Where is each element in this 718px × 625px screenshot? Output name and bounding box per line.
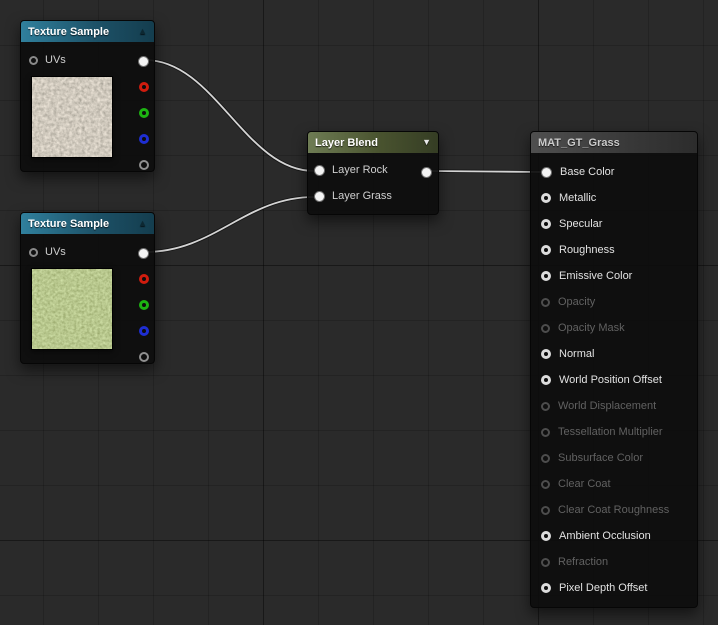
pin-label: Subsurface Color (558, 452, 643, 464)
pin-row-ambient-occlusion: Ambient Occlusion (531, 523, 697, 549)
pin-label: Opacity Mask (558, 322, 625, 334)
rgb-output-pin[interactable] (138, 247, 149, 259)
g-output-pin[interactable] (138, 108, 149, 118)
material-result-node[interactable]: MAT_GT_Grass Base Color Metallic Specula… (530, 131, 698, 608)
pin-row-emissive-color: Emissive Color (531, 263, 697, 289)
normal-input-pin[interactable] (541, 349, 551, 359)
blend-output-pin-wrap (421, 159, 432, 185)
node-title: Layer Blend (315, 136, 378, 149)
pin-label: World Position Offset (559, 374, 662, 386)
layer-rock-input-pin[interactable] (314, 164, 325, 176)
pin-row-metallic: Metallic (531, 185, 697, 211)
ambient-occlusion-input-pin[interactable] (541, 531, 551, 541)
base-color-input-pin[interactable] (541, 166, 552, 178)
node-title: Texture Sample (28, 25, 110, 38)
clear-coat-input-pin (541, 479, 550, 489)
uvs-input-pin[interactable] (29, 247, 38, 257)
pin-label: Metallic (559, 192, 597, 204)
pin-row-refraction: Refraction (531, 549, 697, 575)
pin-row-world-position-offset: World Position Offset (531, 367, 697, 393)
refraction-input-pin (541, 557, 550, 567)
layer-rock-label: Layer Rock (332, 164, 388, 176)
uvs-input-row: UVs (21, 47, 154, 73)
pin-label: Refraction (558, 556, 609, 568)
layer-blend-node[interactable]: Layer Blend ▼ Layer Rock Layer Grass (307, 131, 439, 215)
pin-label: World Displacement (558, 400, 657, 412)
node-title: Texture Sample (28, 217, 110, 230)
pin-label: Roughness (559, 244, 615, 256)
pin-label: Base Color (560, 166, 615, 178)
uvs-label: UVs (45, 246, 66, 258)
r-output-pin[interactable] (138, 274, 149, 284)
layer-grass-input-row: Layer Grass (308, 183, 438, 209)
clear-coat-roughness-input-pin (541, 505, 550, 515)
pin-row-tessellation-multiplier: Tessellation Multiplier (531, 419, 697, 445)
b-output-pin[interactable] (138, 134, 149, 144)
pin-row-opacity: Opacity (531, 289, 697, 315)
output-pin-column (138, 48, 149, 178)
node-header[interactable]: Texture Sample ▲ (21, 213, 154, 234)
rock-texture-preview (31, 76, 113, 158)
uvs-input-pin[interactable] (29, 55, 38, 65)
a-output-pin[interactable] (138, 160, 149, 170)
pixel-depth-offset-input-pin[interactable] (541, 583, 551, 593)
pin-row-clear-coat: Clear Coat (531, 471, 697, 497)
pin-label: Emissive Color (559, 270, 633, 282)
pin-label: Opacity (558, 296, 596, 308)
pin-row-specular: Specular (531, 211, 697, 237)
blend-output-pin[interactable] (421, 166, 432, 178)
specular-input-pin[interactable] (541, 219, 551, 229)
pin-label: Specular (559, 218, 603, 230)
opacity-mask-input-pin (541, 323, 550, 333)
subsurface-color-input-pin (541, 453, 550, 463)
layer-grass-input-pin[interactable] (314, 190, 325, 202)
pin-row-opacity-mask: Opacity Mask (531, 315, 697, 341)
world-displacement-input-pin (541, 401, 550, 411)
grass-texture-preview (31, 268, 113, 350)
pin-label: Clear Coat Roughness (558, 504, 670, 516)
tessellation-multiplier-input-pin (541, 427, 550, 437)
pin-row-world-displacement: World Displacement (531, 393, 697, 419)
pin-row-clear-coat-roughness: Clear Coat Roughness (531, 497, 697, 523)
collapse-arrow-icon[interactable]: ▲ (138, 219, 147, 228)
node-header[interactable]: Texture Sample ▲ (21, 21, 154, 42)
uvs-input-row: UVs (21, 239, 154, 265)
pin-row-normal: Normal (531, 341, 697, 367)
wire-grass-to-blend[interactable] (144, 196, 315, 253)
pin-row-roughness: Roughness (531, 237, 697, 263)
opacity-input-pin (541, 297, 550, 307)
r-output-pin[interactable] (138, 82, 149, 92)
b-output-pin[interactable] (138, 326, 149, 336)
wire-rock-to-blend[interactable] (144, 59, 315, 172)
pin-row-pixel-depth-offset: Pixel Depth Offset (531, 575, 697, 601)
g-output-pin[interactable] (138, 300, 149, 310)
emissive-color-input-pin[interactable] (541, 271, 551, 281)
layer-grass-label: Layer Grass (332, 190, 392, 202)
roughness-input-pin[interactable] (541, 245, 551, 255)
texture-sample-rock-node[interactable]: Texture Sample ▲ UVs (20, 20, 155, 172)
material-graph-canvas[interactable]: Texture Sample ▲ UVs Texture Sample ▲ UV… (0, 0, 718, 625)
metallic-input-pin[interactable] (541, 193, 551, 203)
pin-row-subsurface-color: Subsurface Color (531, 445, 697, 471)
pin-label: Tessellation Multiplier (558, 426, 663, 438)
output-pin-column (138, 240, 149, 370)
a-output-pin[interactable] (138, 352, 149, 362)
wire-blend-to-material[interactable] (430, 170, 543, 173)
layer-rock-input-row: Layer Rock (308, 157, 438, 183)
pin-label: Pixel Depth Offset (559, 582, 648, 594)
texture-sample-grass-node[interactable]: Texture Sample ▲ UVs (20, 212, 155, 364)
node-header[interactable]: Layer Blend ▼ (308, 132, 438, 153)
pin-row-base-color: Base Color (531, 159, 697, 185)
rgb-output-pin[interactable] (138, 55, 149, 67)
node-title: MAT_GT_Grass (538, 136, 620, 149)
dropdown-arrow-icon[interactable]: ▼ (422, 138, 431, 147)
pin-label: Clear Coat (558, 478, 611, 490)
collapse-arrow-icon[interactable]: ▲ (138, 27, 147, 36)
pin-label: Ambient Occlusion (559, 530, 651, 542)
pin-label: Normal (559, 348, 595, 360)
node-header[interactable]: MAT_GT_Grass (531, 132, 697, 153)
uvs-label: UVs (45, 54, 66, 66)
world-position-offset-input-pin[interactable] (541, 375, 551, 385)
